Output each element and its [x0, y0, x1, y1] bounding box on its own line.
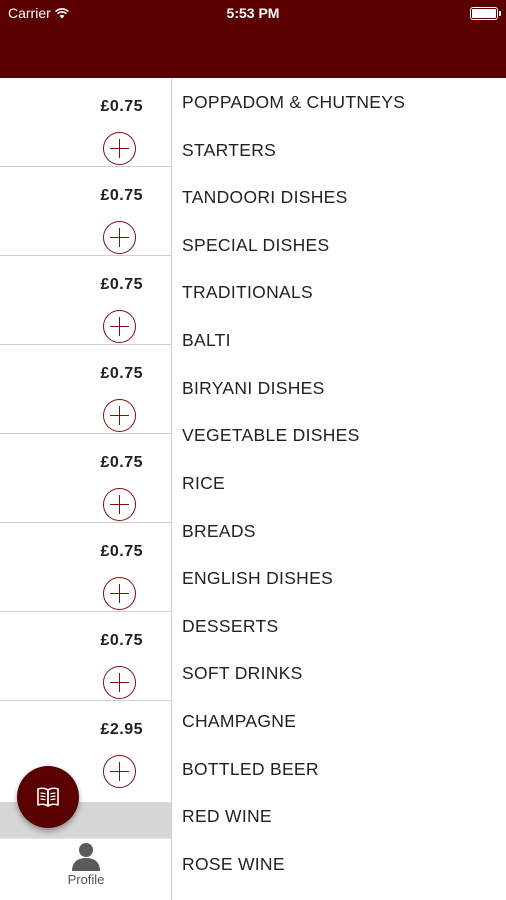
tab-profile[interactable]: Profile [58, 841, 114, 897]
category-item[interactable]: CHAMPAGNE [182, 697, 296, 745]
add-item-button[interactable] [103, 666, 136, 699]
category-item[interactable]: ROSE WINE [182, 840, 285, 888]
category-item[interactable]: TRADITIONALS [182, 268, 313, 316]
item-price: £0.75 [100, 98, 143, 115]
add-item-button[interactable] [103, 755, 136, 788]
menu-book-icon [37, 787, 59, 807]
item-price: £0.75 [100, 454, 143, 471]
category-menu: POPPADOM & CHUTNEYS STARTERS TANDOORI DI… [172, 78, 506, 900]
add-item-button[interactable] [103, 221, 136, 254]
item-card: £0.75 [0, 612, 171, 701]
item-price: £0.75 [100, 187, 143, 204]
status-bar: Carrier 5:53 PM [0, 0, 506, 28]
category-item[interactable]: DESSERTS [182, 602, 278, 650]
add-item-button[interactable] [103, 577, 136, 610]
item-card: £0.75 [0, 434, 171, 523]
category-item[interactable]: BALTI [182, 316, 231, 364]
item-price: £0.75 [100, 276, 143, 293]
menu-fab-button[interactable] [17, 766, 79, 828]
category-item[interactable]: POPPADOM & CHUTNEYS [182, 78, 405, 126]
category-item[interactable]: SPECIAL DISHES [182, 221, 330, 269]
item-card: £0.75 [0, 256, 171, 345]
item-price: £2.95 [100, 721, 143, 738]
nav-bar [0, 28, 506, 78]
category-item[interactable]: RED WINE [182, 792, 272, 840]
category-item[interactable]: TANDOORI DISHES [182, 173, 348, 221]
add-item-button[interactable] [103, 488, 136, 521]
add-item-button[interactable] [103, 132, 136, 165]
item-card: £0.75 [0, 78, 171, 167]
profile-icon [72, 843, 100, 871]
item-card: £0.75 [0, 345, 171, 434]
category-item[interactable]: BIRYANI DISHES [182, 364, 325, 412]
category-item[interactable]: ENGLISH DISHES [182, 554, 333, 602]
item-price: £0.75 [100, 543, 143, 560]
tab-bar: Profile [0, 838, 171, 900]
category-item[interactable]: BOTTLED BEER [182, 745, 319, 793]
item-card: £0.75 [0, 167, 171, 256]
add-item-button[interactable] [103, 310, 136, 343]
add-item-button[interactable] [103, 399, 136, 432]
item-card: £0.75 [0, 523, 171, 612]
category-item[interactable]: VEGETABLE DISHES [182, 411, 360, 459]
status-time: 5:53 PM [226, 5, 280, 21]
item-price: £0.75 [100, 365, 143, 382]
category-item[interactable]: RICE [182, 459, 225, 507]
battery-icon [470, 7, 501, 20]
nav-divider [171, 28, 172, 78]
item-price: £0.75 [100, 632, 143, 649]
category-item[interactable]: BREADS [182, 507, 256, 555]
category-item[interactable]: SOFT DRINKS [182, 649, 303, 697]
category-item[interactable]: STARTERS [182, 126, 276, 174]
tab-profile-label: Profile [67, 872, 105, 887]
